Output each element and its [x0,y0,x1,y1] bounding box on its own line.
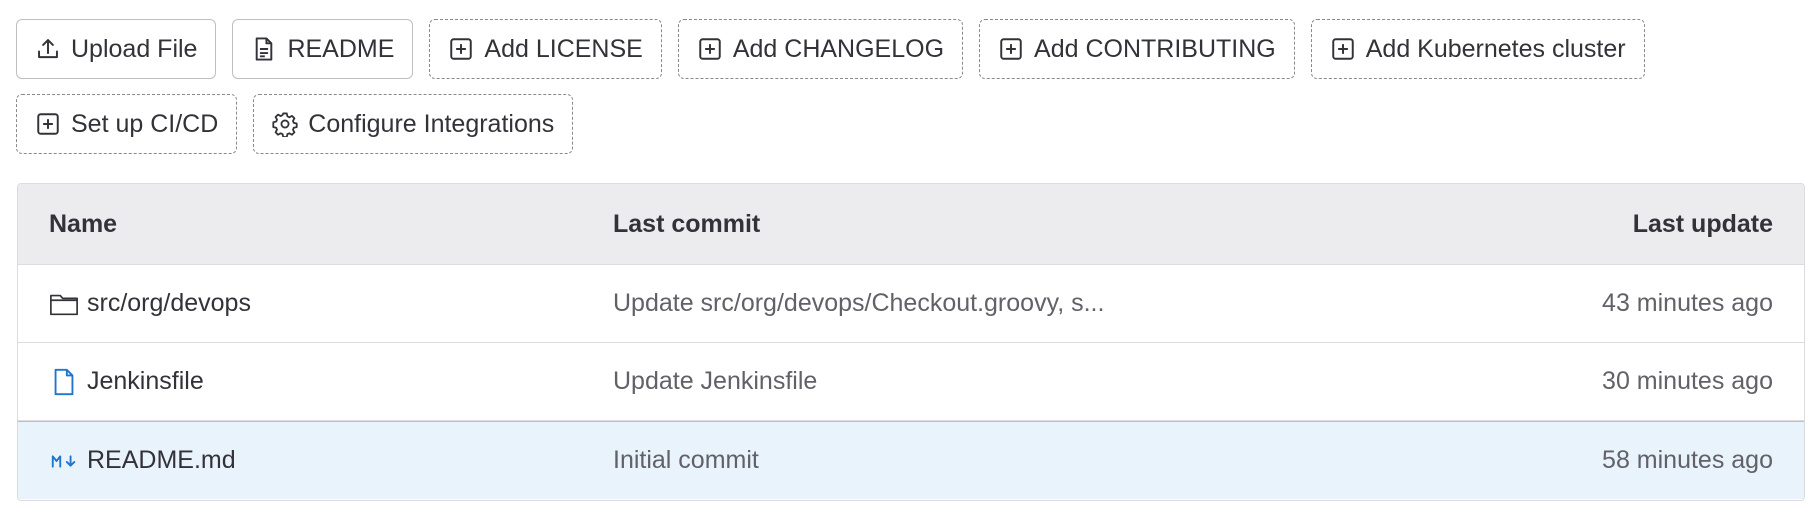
markdown-icon [49,446,79,476]
header-last-commit: Last commit [613,209,761,238]
repo-actions-row-1: Upload File README Add LICENSE Add CHANG… [16,19,1645,79]
plus-square-icon [998,36,1024,62]
file-icon [49,367,79,397]
document-icon [251,36,277,62]
header-name: Name [49,209,118,238]
plus-square-icon [697,36,723,62]
plus-square-icon [448,36,474,62]
upload-file-button[interactable]: Upload File [16,19,217,79]
repository-files-page: Upload File README Add LICENSE Add CHANG… [0,0,1808,515]
table-row[interactable]: src/org/devops Update src/org/devops/Che… [18,265,1804,343]
row-last-update: 58 minutes ago [1602,446,1773,474]
plus-square-icon [1330,36,1356,62]
plus-square-icon [35,111,61,137]
row-last-update: 30 minutes ago [1602,367,1773,395]
add-kubernetes-cluster-button[interactable]: Add Kubernetes cluster [1310,19,1645,79]
table-header: Name Last commit Last update [18,184,1804,265]
row-name-link[interactable]: README.md [87,446,236,475]
header-last-update: Last update [1632,209,1773,238]
settings-icon [272,111,298,137]
folder-icon [49,289,79,319]
repo-actions-row-2: Set up CI/CD Configure Integrations [16,94,574,154]
add-license-button[interactable]: Add LICENSE [429,19,662,79]
row-name-link[interactable]: Jenkinsfile [87,367,204,396]
add-changelog-button[interactable]: Add CHANGELOG [677,19,964,79]
file-tree-table: Name Last commit Last update src/org/dev… [17,183,1805,501]
table-row[interactable]: Jenkinsfile Update Jenkinsfile 30 minute… [18,343,1804,421]
add-contributing-button[interactable]: Add CONTRIBUTING [979,19,1295,79]
setup-ci-cd-button[interactable]: Set up CI/CD [16,94,238,154]
upload-icon [35,36,61,62]
row-last-update: 43 minutes ago [1602,289,1773,317]
readme-button[interactable]: README [232,19,414,79]
row-commit-message[interactable]: Initial commit [613,446,1444,475]
row-name-link[interactable]: src/org/devops [87,289,251,318]
configure-integrations-button[interactable]: Configure Integrations [253,94,574,154]
table-row[interactable]: README.md Initial commit 58 minutes ago [18,421,1804,499]
row-commit-message[interactable]: Update Jenkinsfile [613,367,1444,396]
row-commit-message[interactable]: Update src/org/devops/Checkout.groovy, s… [613,289,1444,318]
